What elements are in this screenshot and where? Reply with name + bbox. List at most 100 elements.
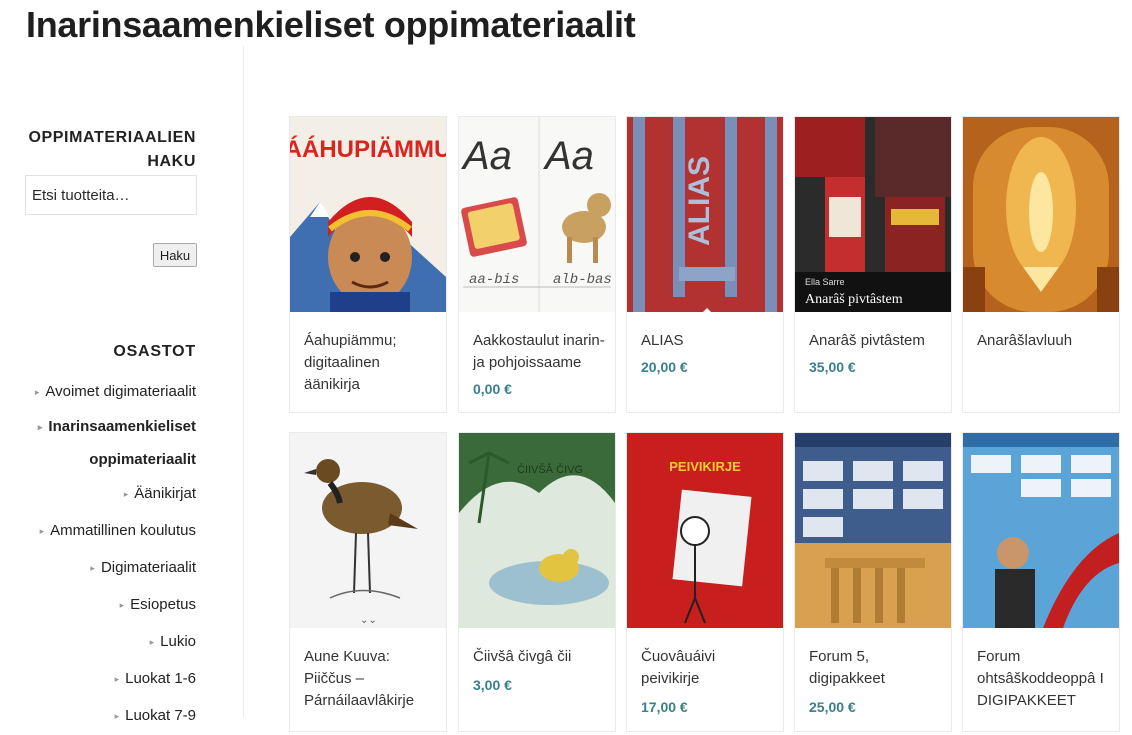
product-title[interactable]: Forum 5, digipakkeet (809, 646, 943, 690)
category-label: Ammatillinen koulutus (50, 522, 196, 539)
product-price: 3,00 € (473, 677, 512, 693)
cover-letters-right: Aa (543, 134, 594, 178)
product-title-line1: Áahupiämmu; (304, 332, 397, 349)
chevron-right-icon: ▸ (123, 489, 129, 499)
category-item-lukio[interactable]: ▸ Lukio (30, 624, 196, 661)
category-item-ammatillinen-koulutus[interactable]: ▸ Ammatillinen koulutus (30, 513, 196, 550)
product-price: 35,00 € (809, 359, 856, 375)
cover-letters-left: Aa (461, 134, 512, 178)
product-price: 25,00 € (809, 699, 856, 715)
cover-title: PEIVIKIRJE (669, 459, 741, 474)
chevron-right-icon: ▸ (149, 637, 155, 647)
category-item-luokat-1-6[interactable]: ▸ Luokat 1-6 (30, 661, 196, 698)
product-title[interactable]: Čiivšâ čivgâ čii (473, 646, 607, 668)
product-image[interactable] (963, 433, 1119, 628)
search-heading-line2: HAKU (147, 153, 196, 170)
product-image[interactable]: PEIVIKIRJE (627, 433, 783, 628)
chevron-right-icon: ▸ (119, 600, 125, 610)
chevron-right-icon: ▸ (34, 387, 40, 397)
product-card[interactable]: Aa Aa aa-bis alb-bas Aakkostaulut inarin… (458, 116, 616, 413)
product-image[interactable] (963, 117, 1119, 312)
product-card[interactable]: ⌄⌄ Aune Kuuva: Piiččus – Párnáilaavlâkir… (289, 432, 447, 732)
chevron-right-icon: ▸ (90, 563, 95, 573)
product-title-line1: Čuovâuáivi (641, 648, 716, 665)
search-button[interactable]: Haku (153, 243, 197, 267)
cover-word-right: alb-bas (553, 272, 612, 288)
product-title-line1: Forum (977, 648, 1021, 665)
product-price: 20,00 € (641, 359, 688, 375)
product-title[interactable]: ALIAS (641, 330, 775, 352)
svg-text:⌄⌄: ⌄⌄ (360, 615, 377, 626)
category-label-line1: Inarinsaamenkieliset (48, 418, 196, 435)
product-card[interactable]: PEIVIKIRJE Čuovâuáivi peivikirje 17,00 € (626, 432, 784, 732)
category-label: Luokat 7-9 (125, 707, 196, 724)
chevron-right-icon: ▸ (39, 526, 45, 536)
product-price: 0,00 € (473, 381, 512, 397)
cover-title: Anarâš pivtâstem (805, 292, 903, 307)
product-title-line3: Párnáilaavlâkirje (304, 692, 415, 709)
product-image[interactable]: ⌄⌄ (290, 433, 446, 628)
sidebar: OPPIMATERIAALIEN HAKU Haku OSASTOT ▸ Avoi… (0, 0, 243, 724)
cover-title: ČIIVŠÂ ČIVG (517, 463, 583, 476)
product-image[interactable]: ALIAS (627, 117, 783, 312)
product-title[interactable]: Forum ohtsâškoddeoppâ I DIGIPAKKEET (977, 646, 1111, 712)
product-title[interactable]: Anarâšlavluuh (977, 330, 1111, 352)
product-card[interactable]: Anarâšlavluuh (962, 116, 1120, 413)
cover-title: ÁÁHUPIÄMMU (290, 135, 446, 163)
product-title[interactable]: Aune Kuuva: Piiččus – Párnáilaavlâkirje (304, 646, 438, 712)
product-card[interactable]: ÁÁHUPIÄMMU Áahupiämmu; digitaalinen ääni… (289, 116, 447, 413)
search-heading-line1: OPPIMATERIAALIEN (28, 129, 196, 146)
product-image[interactable]: ČIIVŠÂ ČIVG (459, 433, 615, 628)
product-image[interactable] (795, 433, 951, 628)
product-title-line3: DIGIPAKKEET (977, 692, 1076, 709)
sidebar-divider (243, 46, 244, 717)
product-title[interactable]: Áahupiämmu; digitaalinen äänikirja (304, 330, 438, 396)
category-item-aanikirjat[interactable]: ▸ Äänikirjat (30, 476, 196, 513)
product-title[interactable]: Aakkostaulut inarin- ja pohjoissaame (473, 330, 607, 374)
category-label-line2: oppimateriaalit (89, 451, 196, 468)
cover-title: ALIAS (683, 156, 716, 246)
category-label: Äänikirjat (134, 485, 196, 502)
product-title-line1: Aakkostaulut inarin- (473, 332, 605, 349)
category-item-inarinsaamenkieliset-oppimateriaalit[interactable]: ▸ Inarinsaamenkieliset oppimateriaalit (30, 411, 196, 476)
product-card[interactable]: Forum 5, digipakkeet 25,00 € (794, 432, 952, 732)
category-label: Digimateriaalit (100, 559, 196, 576)
product-card[interactable]: Forum ohtsâškoddeoppâ I DIGIPAKKEET (962, 432, 1120, 732)
product-title-line2: digipakkeet (809, 670, 885, 687)
product-title-line1: Aune Kuuva: (304, 648, 390, 665)
product-title-line1: ALIAS (641, 332, 684, 349)
category-label: Avoimet digimateriaalit (45, 383, 196, 400)
product-price: 17,00 € (641, 699, 688, 715)
category-item-digimateriaalit[interactable]: ▸ Digimateriaalit (30, 550, 196, 587)
product-title[interactable]: Anarâš pivtâstem (809, 330, 943, 352)
product-image[interactable]: ÁÁHUPIÄMMU (290, 117, 446, 312)
cover-word-left: aa-bis (469, 272, 519, 288)
search-input[interactable] (25, 175, 197, 215)
category-label: Esiopetus (130, 596, 196, 613)
product-card[interactable]: ALIAS ALIAS 20,00 € (626, 116, 784, 413)
chevron-right-icon: ▸ (114, 674, 120, 684)
category-list: ▸ Avoimet digimateriaalit ▸ Inarinsaamenki… (30, 374, 196, 735)
product-title-line1: Anarâš pivtâstem (809, 332, 925, 349)
chevron-right-icon: ▸ (114, 711, 120, 721)
cover-author: Ella Sarre (805, 277, 845, 287)
product-title-line2: digitaalinen (304, 354, 380, 371)
product-card[interactable]: ČIIVŠÂ ČIVG Čiivšâ čivgâ čii 3,00 € (458, 432, 616, 732)
product-image[interactable]: Ella Sarre Anarâš pivtâstem (795, 117, 951, 312)
product-image[interactable]: Aa Aa aa-bis alb-bas (459, 117, 615, 312)
product-title-line1: Forum 5, (809, 648, 870, 665)
search-heading: OPPIMATERIAALIEN HAKU (26, 126, 196, 174)
category-label: Luokat 1-6 (125, 670, 196, 687)
category-label: Lukio (160, 633, 196, 650)
product-title-line2: ja pohjoissaame (473, 354, 582, 371)
category-item-esiopetus[interactable]: ▸ Esiopetus (30, 587, 196, 624)
product-card[interactable]: Ella Sarre Anarâš pivtâstem Anarâš pivtâ… (794, 116, 952, 413)
product-title-line1: Čiivšâ čivgâ čii (473, 648, 572, 665)
categories-heading: OSASTOT (113, 343, 196, 360)
product-title-line3: äänikirja (304, 376, 360, 393)
product-title-line1: Anarâšlavluuh (977, 332, 1073, 349)
chevron-right-icon: ▸ (37, 422, 43, 432)
product-title[interactable]: Čuovâuáivi peivikirje (641, 646, 775, 690)
category-item-avoimet-digimateriaalit[interactable]: ▸ Avoimet digimateriaalit (30, 374, 196, 411)
product-title-line2: Piiččus – (304, 670, 365, 687)
